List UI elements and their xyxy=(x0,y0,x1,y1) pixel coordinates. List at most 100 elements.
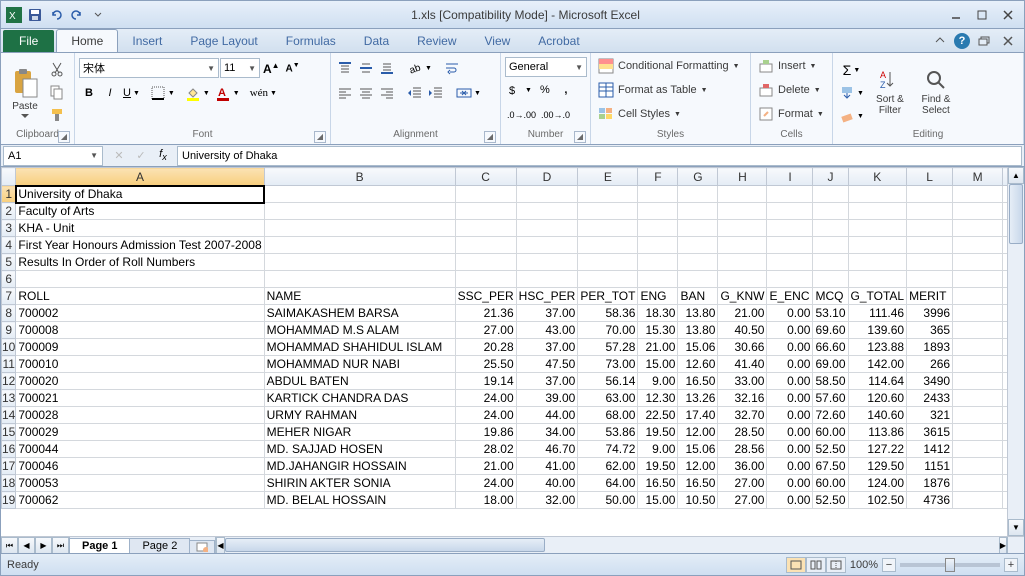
cell[interactable]: 57.60 xyxy=(813,390,848,407)
cell[interactable]: 15.06 xyxy=(678,339,718,356)
cell[interactable]: 0.00 xyxy=(767,407,813,424)
tab-data[interactable]: Data xyxy=(350,30,403,52)
minimize-button[interactable] xyxy=(944,6,968,24)
cell[interactable]: 58.50 xyxy=(813,373,848,390)
cell[interactable] xyxy=(813,254,848,271)
cell[interactable] xyxy=(953,424,1003,441)
row-header[interactable]: 1 xyxy=(2,186,16,203)
cell[interactable]: 40.50 xyxy=(718,322,767,339)
cell[interactable]: 139.60 xyxy=(848,322,907,339)
underline-button[interactable]: U▼ xyxy=(121,82,142,104)
wrap-text-button[interactable] xyxy=(442,57,462,79)
cell[interactable] xyxy=(578,271,638,288)
cell[interactable]: 365 xyxy=(907,322,953,339)
cell[interactable] xyxy=(264,237,455,254)
merge-center-button[interactable]: ▼ xyxy=(454,82,483,104)
cell[interactable]: 0.00 xyxy=(767,390,813,407)
cell[interactable]: 140.60 xyxy=(848,407,907,424)
column-header[interactable]: B xyxy=(264,168,455,186)
cell[interactable]: 1412 xyxy=(907,441,953,458)
column-header[interactable]: E xyxy=(578,168,638,186)
cell[interactable]: 15.30 xyxy=(638,322,678,339)
cell[interactable]: 27.00 xyxy=(718,492,767,509)
cell[interactable]: 0.00 xyxy=(767,424,813,441)
cell[interactable]: 4736 xyxy=(907,492,953,509)
column-header[interactable]: C xyxy=(455,168,516,186)
row-header[interactable]: 16 xyxy=(2,441,16,458)
find-select-button[interactable]: Find & Select xyxy=(914,55,958,129)
column-header[interactable]: F xyxy=(638,168,678,186)
cell[interactable] xyxy=(578,186,638,203)
cell[interactable] xyxy=(516,220,578,237)
cell[interactable] xyxy=(455,271,516,288)
cell[interactable]: 0.00 xyxy=(767,339,813,356)
cell[interactable] xyxy=(813,220,848,237)
cell[interactable]: 321 xyxy=(907,407,953,424)
cell[interactable]: 28.02 xyxy=(455,441,516,458)
paste-button[interactable]: Paste xyxy=(5,55,45,129)
cell[interactable]: 67.50 xyxy=(813,458,848,475)
cell[interactable] xyxy=(767,220,813,237)
cell[interactable] xyxy=(953,407,1003,424)
cancel-formula-button[interactable]: ✕ xyxy=(109,145,129,167)
cell[interactable]: 3490 xyxy=(907,373,953,390)
help-icon[interactable]: ? xyxy=(954,33,970,49)
cell[interactable] xyxy=(848,254,907,271)
save-icon[interactable] xyxy=(26,6,44,24)
cell[interactable] xyxy=(16,271,264,288)
cell[interactable] xyxy=(953,203,1003,220)
cell[interactable]: 41.00 xyxy=(516,458,578,475)
name-box[interactable]: A1▼ xyxy=(3,146,103,166)
cell[interactable]: MCQ xyxy=(813,288,848,305)
cell[interactable] xyxy=(678,271,718,288)
conditional-formatting-button[interactable]: Conditional Formatting▼ xyxy=(595,55,746,77)
scroll-down-button[interactable]: ▼ xyxy=(1008,519,1024,536)
cell[interactable] xyxy=(813,186,848,203)
sheet-tab[interactable]: Page 1 xyxy=(69,538,130,553)
cell[interactable]: 9.00 xyxy=(638,441,678,458)
cell[interactable]: 62.00 xyxy=(578,458,638,475)
cell[interactable] xyxy=(678,254,718,271)
close-button[interactable] xyxy=(996,6,1020,24)
cell[interactable] xyxy=(264,186,455,203)
cell[interactable]: 19.86 xyxy=(455,424,516,441)
cell[interactable]: 69.60 xyxy=(813,322,848,339)
comma-format-button[interactable]: , xyxy=(556,79,576,101)
cell[interactable]: 124.00 xyxy=(848,475,907,492)
zoom-in-button[interactable]: + xyxy=(1004,558,1018,572)
column-header[interactable]: N xyxy=(1003,168,1007,186)
cell[interactable]: 3615 xyxy=(907,424,953,441)
cell[interactable]: 68.00 xyxy=(578,407,638,424)
worksheet-grid[interactable]: ABCDEFGHIJKLMNO1University of Dhaka2Facu… xyxy=(1,167,1007,536)
row-header[interactable]: 6 xyxy=(2,271,16,288)
cell[interactable] xyxy=(578,254,638,271)
row-header[interactable]: 4 xyxy=(2,237,16,254)
cell[interactable] xyxy=(767,186,813,203)
column-header[interactable]: H xyxy=(718,168,767,186)
cell[interactable]: 40.00 xyxy=(516,475,578,492)
cell[interactable]: 17.40 xyxy=(678,407,718,424)
cell[interactable] xyxy=(516,203,578,220)
align-center-button[interactable] xyxy=(356,82,376,104)
row-header[interactable]: 7 xyxy=(2,288,16,305)
column-header[interactable]: M xyxy=(953,168,1003,186)
cell[interactable]: 18.30 xyxy=(638,305,678,322)
cell[interactable] xyxy=(718,271,767,288)
column-header[interactable]: D xyxy=(516,168,578,186)
cell[interactable]: 63.00 xyxy=(578,390,638,407)
cell[interactable] xyxy=(953,390,1003,407)
cell[interactable]: 142.00 xyxy=(848,356,907,373)
cell[interactable]: 21.36 xyxy=(455,305,516,322)
cell[interactable]: 21.00 xyxy=(638,339,678,356)
cell[interactable] xyxy=(455,203,516,220)
cell[interactable]: 52.50 xyxy=(813,492,848,509)
cell[interactable]: 9.00 xyxy=(638,373,678,390)
cell[interactable]: MERIT xyxy=(907,288,953,305)
cell[interactable] xyxy=(813,203,848,220)
cell[interactable]: Faculty of Arts xyxy=(16,203,264,220)
format-cells-button[interactable]: Format▼ xyxy=(755,103,828,125)
enter-formula-button[interactable]: ✓ xyxy=(131,145,151,167)
row-header[interactable]: 17 xyxy=(2,458,16,475)
tab-acrobat[interactable]: Acrobat xyxy=(524,30,593,52)
cell[interactable]: KHA - Unit xyxy=(16,220,264,237)
